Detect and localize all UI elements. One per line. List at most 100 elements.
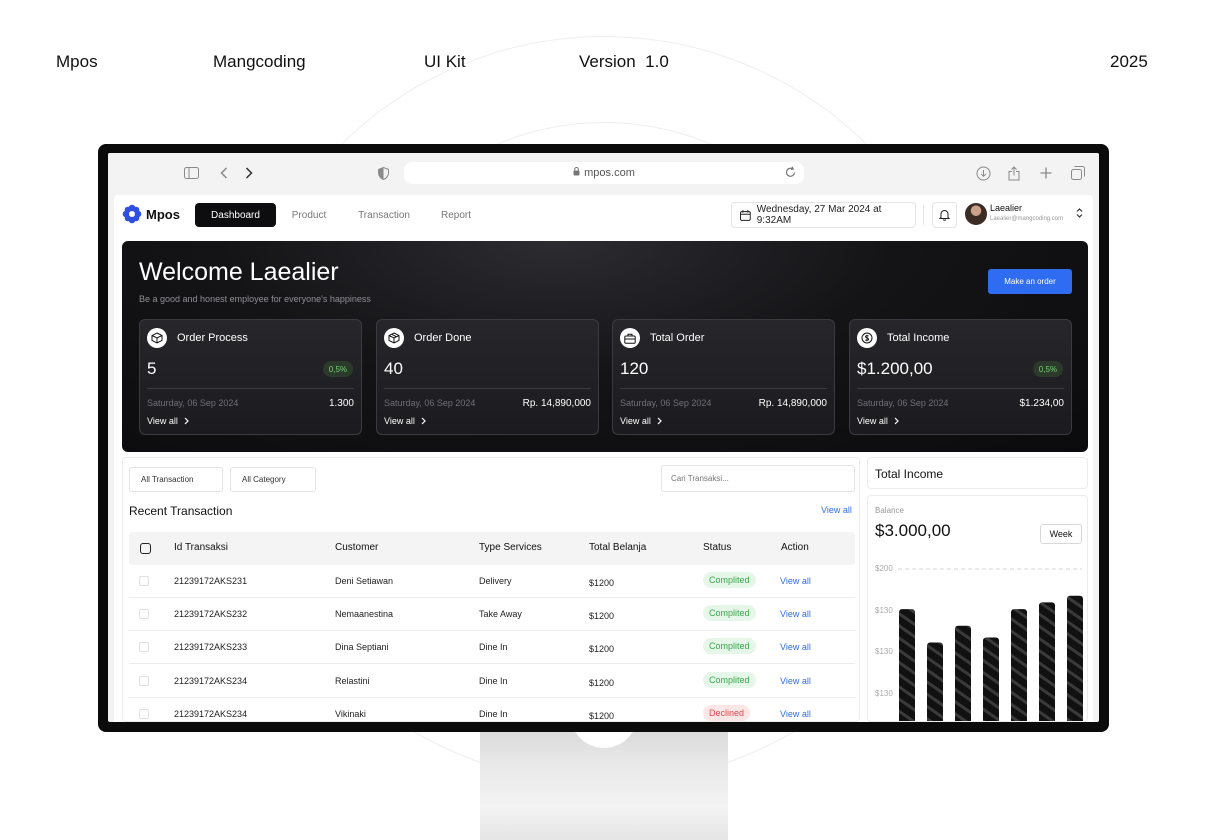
header-version: Version 1.0 (579, 52, 669, 71)
stat-date: Saturday, 06 Sep 2024 (857, 398, 949, 408)
url-text: mpos.com (584, 167, 635, 179)
row-checkbox[interactable] (139, 609, 149, 619)
download-icon[interactable] (974, 164, 992, 182)
income-bar-chart (898, 568, 1083, 722)
income-bar[interactable] (1067, 595, 1083, 722)
transaction-id: 21239172AKS232 (174, 609, 248, 619)
transaction-id: 21239172AKS234 (174, 676, 248, 686)
income-bar[interactable] (1039, 602, 1055, 722)
customer-name: Vikinaki (335, 709, 366, 719)
app-logo[interactable]: Mpos (122, 204, 180, 224)
column-header[interactable]: Type Services (479, 542, 542, 553)
stat-view-all-link[interactable]: View all (620, 416, 662, 426)
welcome-title: Welcome Laealier (139, 258, 339, 286)
income-bar[interactable] (955, 625, 971, 722)
income-bar[interactable] (1011, 609, 1027, 722)
service-type: Delivery (479, 576, 512, 586)
stat-view-all-label: View all (620, 416, 651, 426)
column-header[interactable]: Customer (335, 542, 378, 553)
share-icon[interactable] (1005, 164, 1023, 182)
chevron-up-down-icon[interactable] (1076, 208, 1083, 219)
stat-view-all-link[interactable]: View all (857, 416, 899, 426)
row-view-all-link[interactable]: View all (780, 576, 811, 586)
transaction-filter-select[interactable]: All Transaction (129, 467, 223, 492)
table-row[interactable]: 21239172AKS231 Deni Setiawan Delivery $1… (129, 565, 855, 598)
table-row[interactable]: 21239172AKS233 Dina Septiani Dine In $12… (129, 631, 855, 664)
forward-icon[interactable] (240, 164, 258, 182)
service-type: Dine In (479, 642, 508, 652)
column-header[interactable]: Status (703, 542, 731, 553)
income-bar[interactable] (983, 637, 999, 722)
stat-view-all-label: View all (857, 416, 888, 426)
stat-amount: 1.300 (328, 398, 354, 409)
row-checkbox[interactable] (139, 676, 149, 686)
table-row[interactable]: 21239172AKS234 Vikinaki Dine In $1200 De… (129, 698, 855, 722)
stat-change-badge: 0,5% (322, 361, 353, 377)
row-view-all-link[interactable]: View all (780, 709, 811, 719)
table-row[interactable]: 21239172AKS234 Relastini Dine In $1200 C… (129, 665, 855, 698)
monitor: mpos.com Mpos Dashboard Product Transact… (98, 144, 1109, 732)
header-brand: Mpos (56, 52, 98, 71)
tab-product[interactable]: Product (284, 203, 334, 227)
make-order-button[interactable]: Make an order (988, 269, 1072, 294)
notification-button[interactable] (932, 202, 957, 228)
section-title: Recent Transaction (129, 504, 233, 518)
status-badge: Declined (703, 705, 751, 721)
total-amount: $1200 (589, 611, 615, 621)
select-all-checkbox[interactable] (140, 543, 151, 554)
transaction-id: 21239172AKS233 (174, 642, 248, 652)
tab-dashboard[interactable]: Dashboard (195, 203, 276, 227)
stat-view-all-link[interactable]: View all (147, 416, 189, 426)
welcome-subtitle: Be a good and honest employee for everyo… (139, 294, 371, 304)
sidebar-toggle-icon[interactable] (182, 164, 200, 182)
stat-value: 5 (147, 359, 157, 378)
date-time-text: Wednesday, 27 Mar 2024 at 9:32AM (756, 204, 882, 226)
stat-label: Total Order (650, 332, 705, 344)
table-row[interactable]: 21239172AKS232 Nemaanestina Take Away $1… (129, 598, 855, 631)
transaction-search-input[interactable] (661, 465, 855, 492)
customer-name: Deni Setiawan (335, 576, 394, 586)
income-bar[interactable] (927, 642, 943, 722)
column-header[interactable]: Total Belanja (589, 542, 646, 553)
stat-view-all-label: View all (384, 416, 415, 426)
stat-divider (147, 388, 354, 389)
header-author: Mangcoding (213, 52, 306, 71)
address-bar[interactable]: mpos.com (404, 162, 804, 184)
row-view-all-link[interactable]: View all (780, 642, 811, 652)
total-income-header: Total Income (867, 457, 1088, 489)
tabs-overview-icon[interactable] (1069, 164, 1087, 182)
chevron-right-icon (657, 417, 662, 425)
transactions-view-all-link[interactable]: View all (821, 505, 852, 515)
stat-divider (857, 388, 1064, 389)
box-icon (147, 328, 167, 348)
back-icon[interactable] (215, 164, 233, 182)
category-filter-select[interactable]: All Category (230, 467, 316, 492)
row-view-all-link[interactable]: View all (780, 609, 811, 619)
logo-flower-icon (122, 204, 142, 224)
row-checkbox[interactable] (139, 642, 149, 652)
status-badge: Complited (703, 572, 756, 588)
stat-view-all-label: View all (147, 416, 178, 426)
income-bar[interactable] (899, 609, 915, 722)
browser-toolbar: mpos.com (108, 153, 1099, 193)
avatar[interactable] (965, 203, 987, 225)
logo-text: Mpos (146, 206, 180, 222)
tab-transaction[interactable]: Transaction (352, 203, 416, 227)
row-checkbox[interactable] (139, 709, 149, 719)
privacy-shield-icon[interactable] (374, 164, 392, 182)
column-header[interactable]: Id Transaksi (174, 542, 228, 553)
reload-icon[interactable] (785, 166, 796, 181)
new-tab-icon[interactable] (1037, 164, 1055, 182)
stat-value: 40 (384, 359, 403, 378)
stat-view-all-link[interactable]: View all (384, 416, 426, 426)
column-header[interactable]: Action (781, 542, 809, 553)
stat-change-badge: 0,5% (1032, 361, 1063, 377)
stat-divider (620, 388, 827, 389)
row-view-all-link[interactable]: View all (780, 676, 811, 686)
customer-name: Dina Septiani (335, 642, 389, 652)
stat-amount: Rp. 14,890,000 (522, 398, 591, 409)
total-amount: $1200 (589, 678, 615, 688)
row-checkbox[interactable] (139, 576, 149, 586)
date-time-display[interactable]: Wednesday, 27 Mar 2024 at 9:32AM (731, 202, 916, 228)
tab-report[interactable]: Report (434, 203, 478, 227)
